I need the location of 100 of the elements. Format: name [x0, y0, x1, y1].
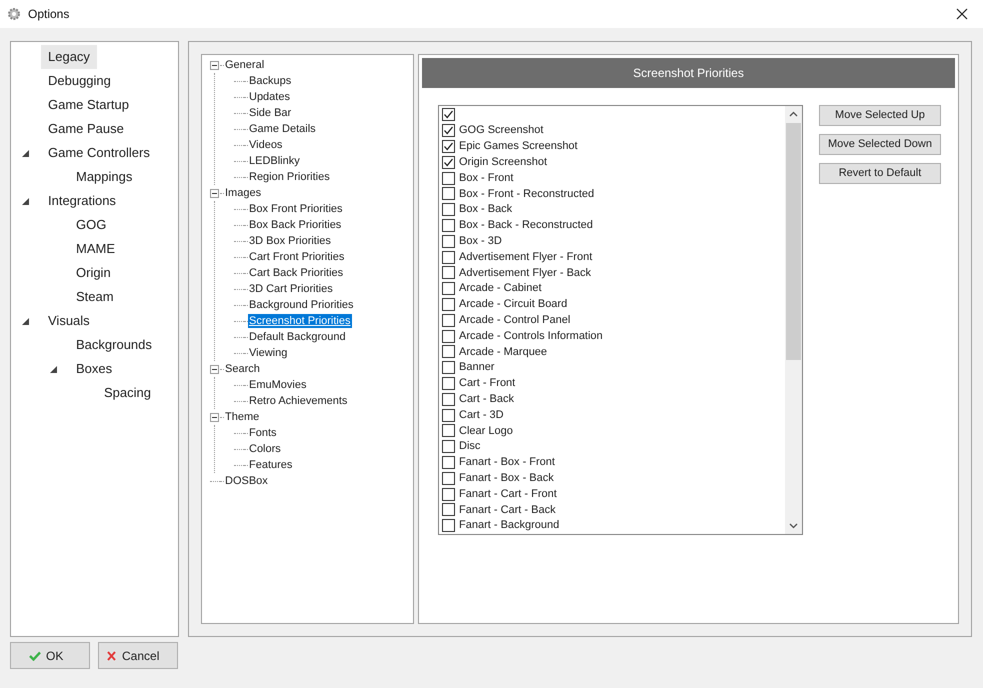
tree-item[interactable]: Videos: [248, 138, 284, 152]
nav-item[interactable]: Game Startup: [41, 93, 136, 117]
expanded-triangle-icon[interactable]: [22, 198, 28, 204]
action-button[interactable]: Revert to Default: [819, 163, 941, 184]
list-item-label[interactable]: Box - Front - Reconstructed: [459, 186, 594, 202]
checkbox[interactable]: [442, 330, 455, 343]
tree-item[interactable]: Viewing: [248, 346, 288, 360]
nav-item[interactable]: Game Pause: [41, 117, 131, 141]
list-item-label[interactable]: Origin Screenshot: [459, 154, 548, 171]
list-item-label[interactable]: Arcade - Marquee: [459, 344, 548, 360]
tree-item[interactable]: Updates: [248, 90, 291, 104]
checkbox[interactable]: [442, 282, 455, 296]
nav-item[interactable]: MAME: [69, 237, 122, 261]
checkbox[interactable]: [442, 456, 455, 469]
list-item-label[interactable]: Cart - 3D: [459, 406, 504, 424]
cancel-button[interactable]: Cancel: [98, 642, 178, 669]
tree-item[interactable]: Screenshot Priorities: [248, 314, 352, 328]
checkbox[interactable]: [442, 488, 455, 501]
list-item-label[interactable]: Box - Back: [459, 201, 512, 218]
collapse-box-icon[interactable]: [210, 412, 219, 422]
nav-item[interactable]: Mappings: [69, 165, 140, 189]
ok-button[interactable]: OK: [10, 642, 90, 669]
checkbox[interactable]: [442, 361, 455, 374]
list-item-label[interactable]: Advertisement Flyer - Back: [459, 264, 592, 282]
checkbox[interactable]: [442, 424, 455, 438]
list-item-label[interactable]: Arcade - Cabinet: [459, 280, 542, 297]
nav-item[interactable]: Visuals: [41, 309, 97, 333]
checkbox[interactable]: [442, 234, 455, 248]
list-item-label[interactable]: Arcade - Control Panel: [459, 312, 570, 329]
tree-item[interactable]: Retro Achievements: [248, 394, 348, 408]
list-item-label[interactable]: Fanart - Box - Front: [459, 454, 555, 471]
nav-item[interactable]: Boxes: [69, 357, 120, 381]
tree-item[interactable]: Box Front Priorities: [248, 202, 344, 216]
checkbox[interactable]: [442, 519, 455, 532]
tree-item[interactable]: Game Details: [248, 122, 317, 136]
checkbox[interactable]: [442, 503, 455, 516]
expanded-triangle-icon[interactable]: [22, 150, 28, 156]
tree-item[interactable]: DOSBox: [224, 474, 269, 488]
nav-item[interactable]: Integrations: [41, 189, 123, 213]
checkbox[interactable]: [442, 124, 455, 138]
tree-item[interactable]: EmuMovies: [248, 378, 308, 392]
list-item-label[interactable]: GOG Screenshot: [459, 122, 544, 139]
list-item-label[interactable]: Banner: [459, 359, 494, 376]
checkbox[interactable]: [442, 156, 455, 169]
checkbox[interactable]: [442, 298, 455, 311]
list-item-label[interactable]: Box - Back - Reconstructed: [459, 217, 593, 234]
checkbox[interactable]: [442, 140, 455, 153]
tree-item[interactable]: Images: [224, 186, 262, 200]
list-item-label[interactable]: Box - Front: [459, 170, 514, 186]
list-item-label[interactable]: Disc: [459, 438, 480, 455]
scrollbar-thumb[interactable]: [786, 123, 801, 360]
list-item-label[interactable]: Arcade - Controls Information: [459, 328, 603, 344]
list-item-label[interactable]: Arcade - Circuit Board: [459, 296, 568, 313]
tree-item[interactable]: Backups: [248, 74, 292, 88]
tree-item[interactable]: 3D Box Priorities: [248, 234, 332, 248]
nav-item[interactable]: GOG: [69, 213, 114, 237]
checkbox[interactable]: [442, 376, 455, 390]
checkbox[interactable]: [442, 472, 455, 485]
list-item-label[interactable]: Epic Games Screenshot: [459, 138, 578, 155]
action-button[interactable]: Move Selected Up: [819, 105, 941, 126]
checkbox[interactable]: [442, 250, 455, 264]
checkbox[interactable]: [442, 408, 455, 422]
nav-item[interactable]: Origin: [69, 261, 118, 285]
list-item-label[interactable]: Fanart - Background: [459, 517, 560, 534]
list-item-label[interactable]: Fanart - Box - Back: [459, 470, 554, 486]
tree-item[interactable]: Theme: [224, 410, 260, 424]
tree-item[interactable]: Fonts: [248, 426, 278, 440]
checkbox[interactable]: [442, 108, 455, 122]
tree-item[interactable]: Features: [248, 458, 294, 472]
list-item-label[interactable]: Advertisement Flyer - Front: [459, 248, 592, 266]
nav-item[interactable]: Debugging: [41, 69, 118, 93]
nav-item[interactable]: Steam: [69, 285, 121, 309]
expanded-triangle-icon[interactable]: [50, 366, 56, 372]
tree-item[interactable]: Box Back Priorities: [248, 218, 342, 232]
tree-item[interactable]: Search: [224, 362, 261, 376]
checkbox[interactable]: [442, 440, 455, 454]
checkbox[interactable]: [442, 203, 455, 216]
collapse-box-icon[interactable]: [210, 364, 219, 374]
nav-item[interactable]: Game Controllers: [41, 141, 157, 165]
tree-item[interactable]: LEDBlinky: [248, 154, 301, 168]
nav-item[interactable]: Backgrounds: [69, 333, 159, 357]
checkbox[interactable]: [442, 345, 455, 358]
checkbox[interactable]: [442, 218, 455, 232]
list-item-label[interactable]: Clear Logo: [459, 422, 513, 440]
list-item-label[interactable]: Cart - Front: [459, 375, 516, 392]
list-item-label[interactable]: Cart - Back: [459, 391, 514, 408]
tree-item[interactable]: General: [224, 58, 266, 72]
nav-item[interactable]: Spacing: [97, 381, 158, 405]
checkbox[interactable]: [442, 314, 455, 327]
tree-item[interactable]: Side Bar: [248, 106, 292, 120]
checkbox[interactable]: [442, 172, 455, 185]
tree-item[interactable]: Colors: [248, 442, 282, 456]
collapse-box-icon[interactable]: [210, 188, 219, 198]
checkbox[interactable]: [442, 266, 455, 280]
collapse-box-icon[interactable]: [210, 60, 219, 70]
tree-item[interactable]: Region Priorities: [248, 170, 331, 184]
tree-item[interactable]: 3D Cart Priorities: [248, 282, 334, 296]
nav-item[interactable]: Legacy: [41, 45, 97, 69]
expanded-triangle-icon[interactable]: [22, 318, 28, 324]
tree-item[interactable]: Background Priorities: [248, 298, 355, 312]
